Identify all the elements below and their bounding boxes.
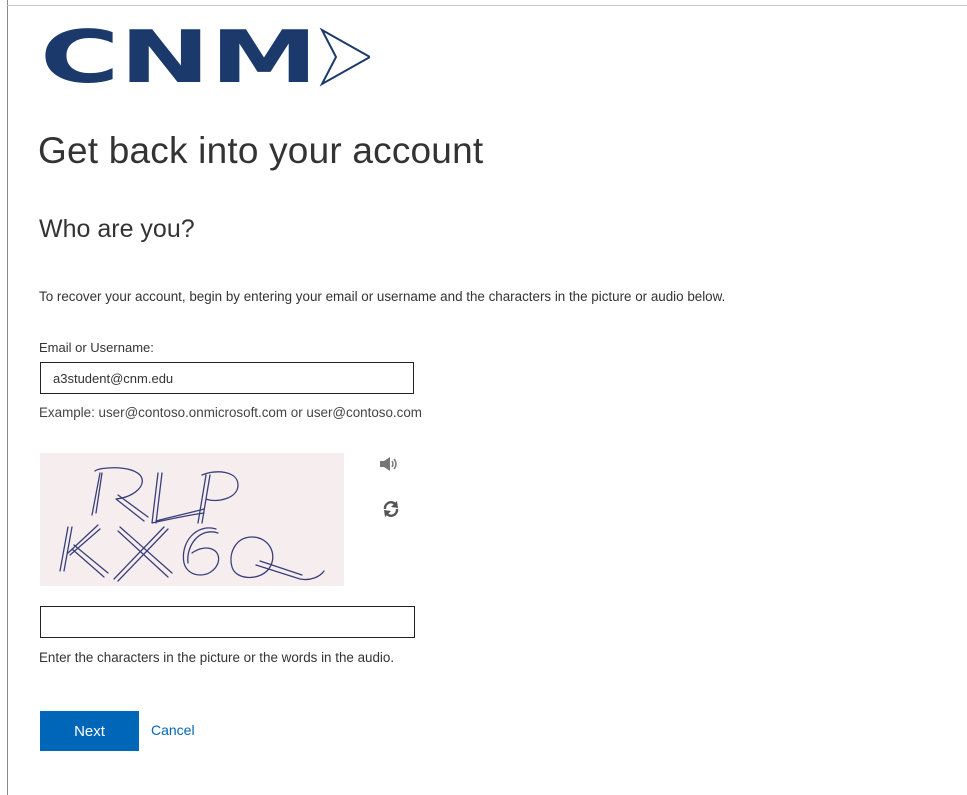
refresh-icon[interactable] xyxy=(382,500,400,518)
cancel-link[interactable]: Cancel xyxy=(151,722,195,738)
window-border-top xyxy=(7,5,967,6)
email-field[interactable] xyxy=(40,362,414,394)
email-field-label: Email or Username: xyxy=(39,340,154,355)
captcha-hint: Enter the characters in the picture or t… xyxy=(39,650,395,665)
section-title: Who are you? xyxy=(39,215,195,243)
intro-text: To recover your account, begin by enteri… xyxy=(39,289,726,304)
next-button[interactable]: Next xyxy=(40,711,139,751)
captcha-image xyxy=(40,453,344,586)
cnm-logo: CNM xyxy=(40,24,370,90)
speaker-icon[interactable] xyxy=(380,457,400,471)
window-border-left xyxy=(7,0,8,795)
captcha-input[interactable] xyxy=(40,606,415,638)
page-title: Get back into your account xyxy=(38,130,484,171)
example-text: Example: user@contoso.onmicrosoft.com or… xyxy=(39,405,422,420)
logo-text: CNM xyxy=(40,24,318,90)
